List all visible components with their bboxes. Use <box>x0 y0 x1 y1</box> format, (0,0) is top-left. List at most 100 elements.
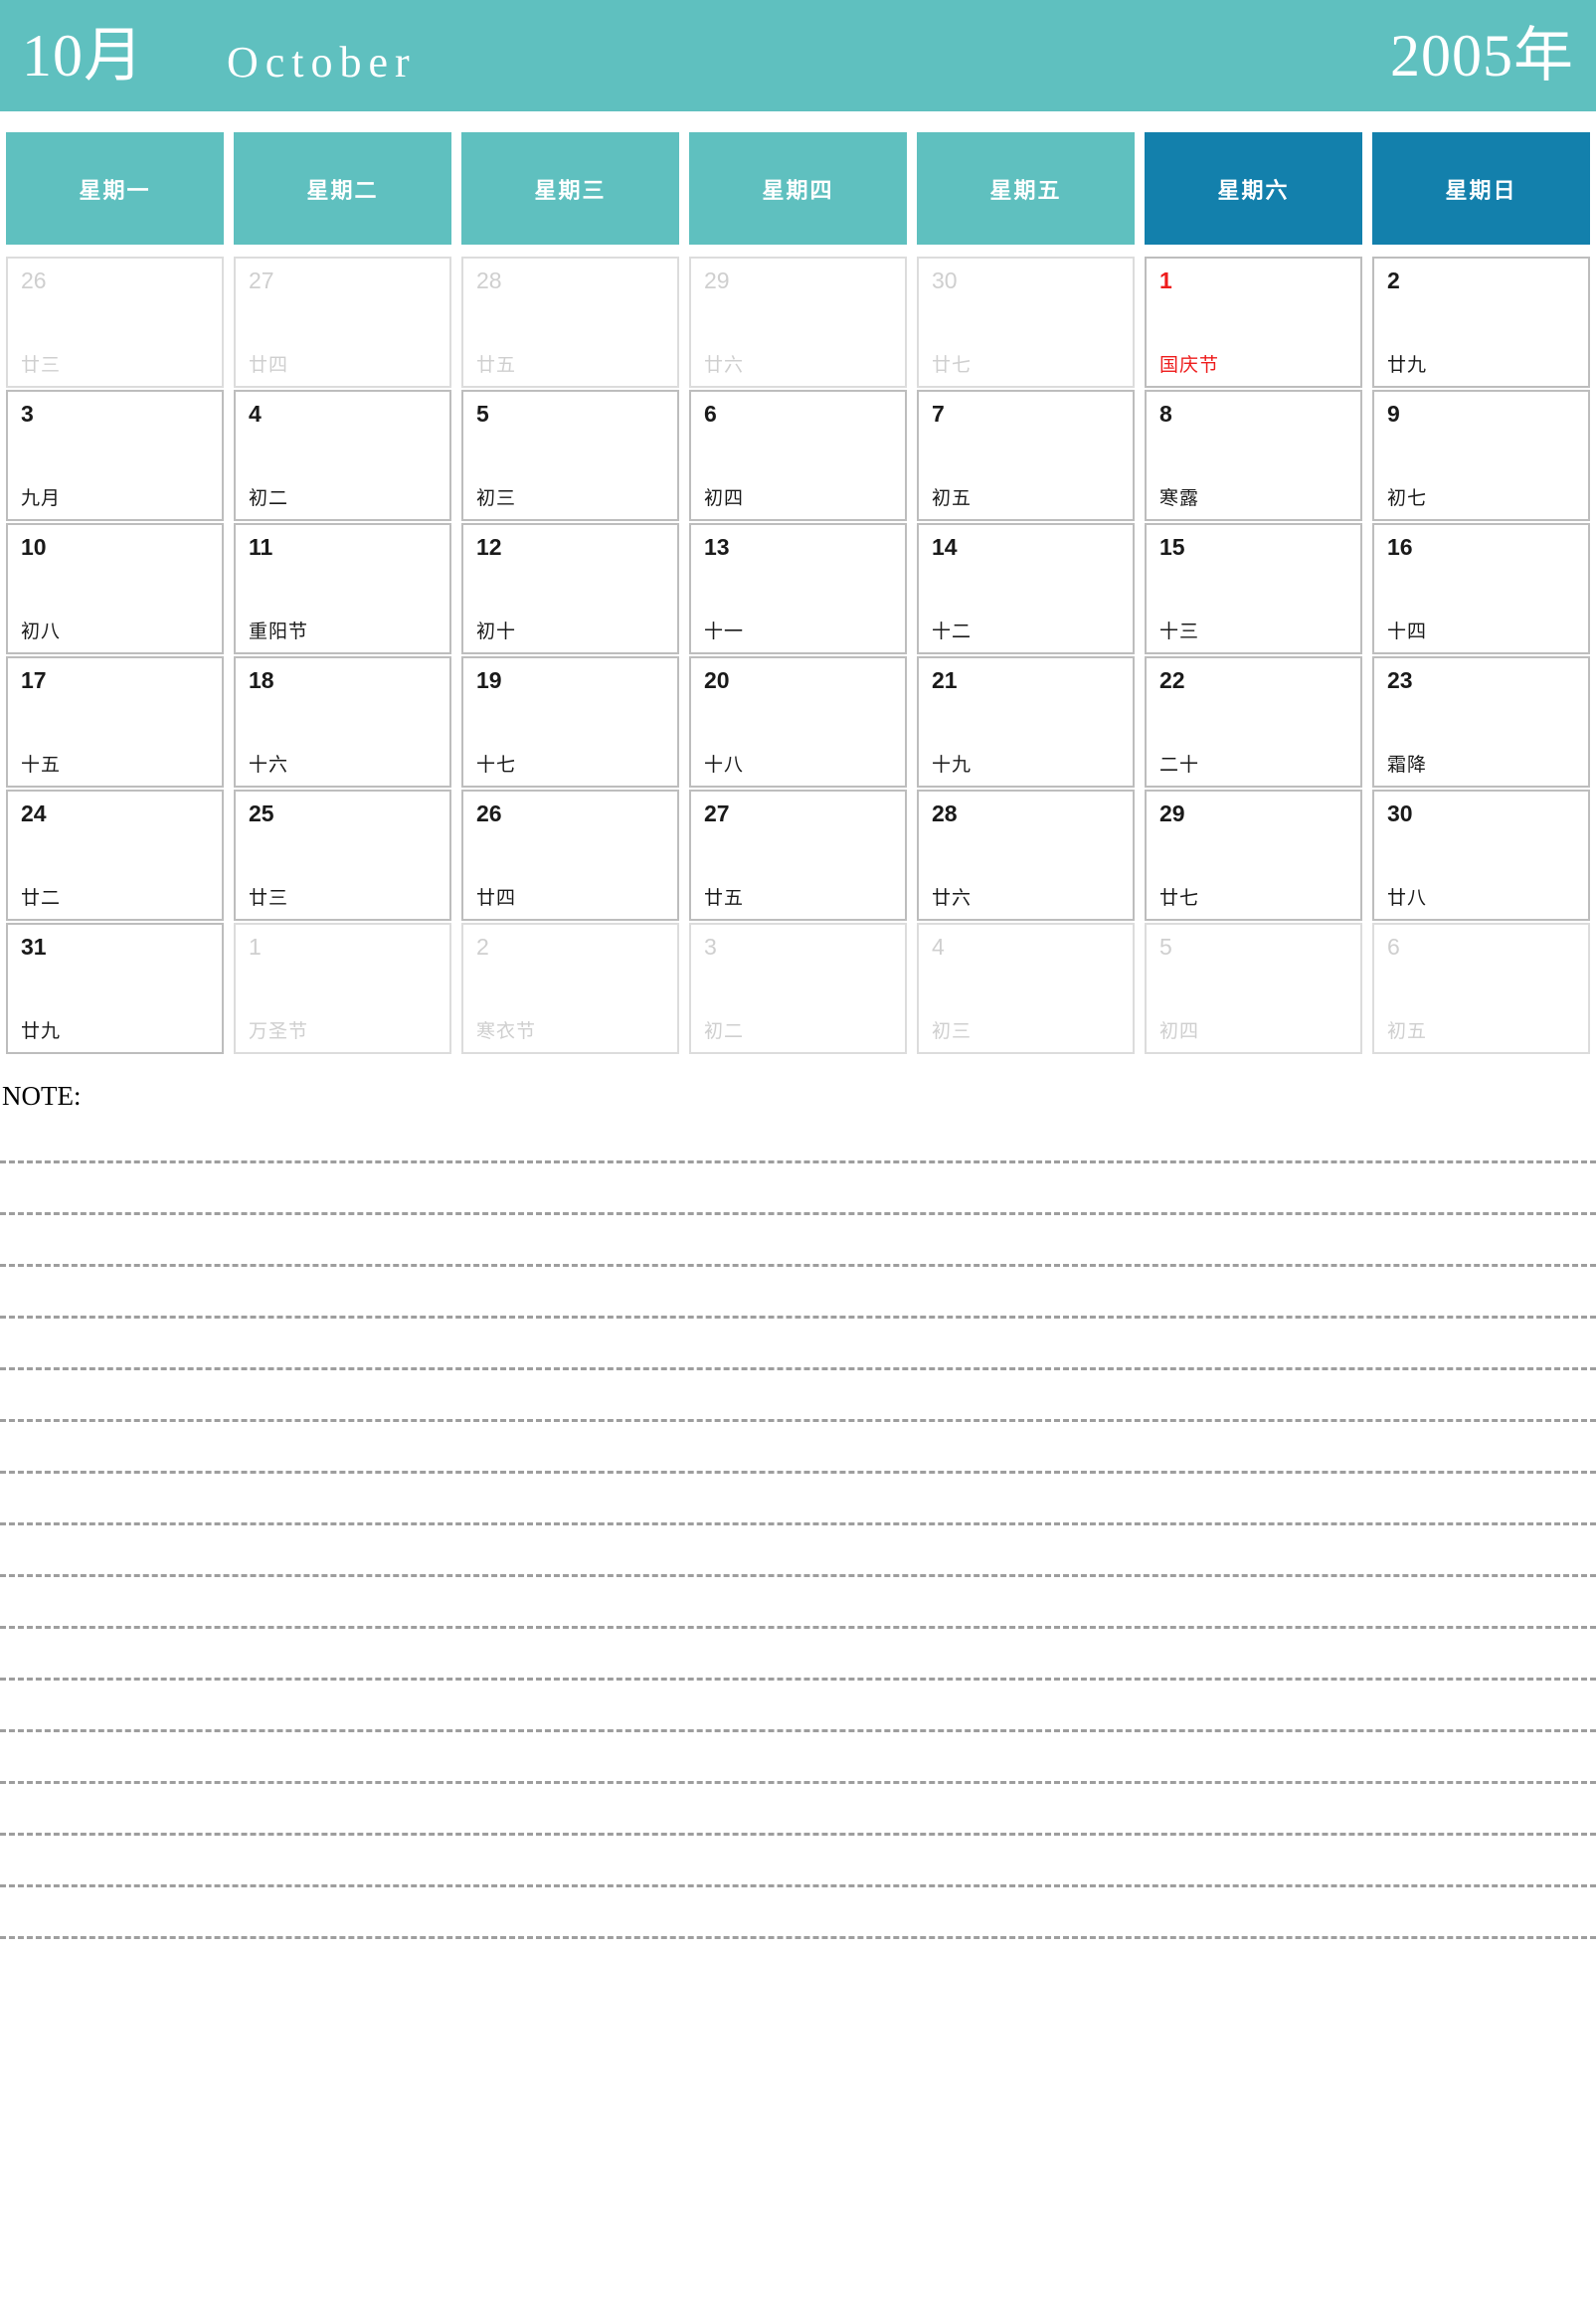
day-number: 18 <box>249 667 274 693</box>
calendar-day-cell[interactable]: 10 初八 <box>6 523 224 654</box>
calendar-day-cell[interactable]: 23 霜降 <box>1372 656 1590 788</box>
calendar-day-cell[interactable]: 26 廿三 <box>6 257 224 388</box>
calendar-day-cell[interactable]: 15 十三 <box>1145 523 1362 654</box>
calendar-day-cell[interactable]: 7 初五 <box>917 390 1135 521</box>
day-number: 5 <box>476 401 489 427</box>
calendar-day-cell[interactable]: 29 廿六 <box>689 257 907 388</box>
calendar-day-cell[interactable]: 31 廿九 <box>6 923 224 1054</box>
weekday-label: 星期五 <box>989 177 1062 203</box>
calendar-day-cell[interactable]: 12 初十 <box>461 523 679 654</box>
day-lunar-label: 万圣节 <box>249 1021 309 1042</box>
calendar-day-cell[interactable]: 4 初二 <box>234 390 451 521</box>
calendar-day-cell[interactable]: 1 国庆节 <box>1145 257 1362 388</box>
note-ruled-line[interactable] <box>0 1267 1596 1319</box>
calendar-day-cell[interactable]: 16 十四 <box>1372 523 1590 654</box>
note-ruled-line[interactable] <box>0 1887 1596 1939</box>
weekday-header-cell: 星期一 <box>6 132 224 245</box>
day-lunar-label: 初二 <box>704 1021 745 1042</box>
calendar-day-cell[interactable]: 6 初四 <box>689 390 907 521</box>
note-ruled-line[interactable] <box>0 1784 1596 1836</box>
day-lunar-label: 初三 <box>476 488 517 509</box>
calendar-day-cell[interactable]: 2 寒衣节 <box>461 923 679 1054</box>
calendar-day-cell[interactable]: 27 廿四 <box>234 257 451 388</box>
note-ruled-line[interactable] <box>0 1681 1596 1732</box>
day-lunar-label: 廿四 <box>249 355 289 376</box>
calendar-day-cell[interactable]: 21 十九 <box>917 656 1135 788</box>
day-number: 13 <box>704 534 730 560</box>
calendar-day-cell[interactable]: 28 廿五 <box>461 257 679 388</box>
note-ruled-line[interactable] <box>0 1163 1596 1215</box>
day-number: 9 <box>1387 401 1400 427</box>
calendar-day-cell[interactable]: 24 廿二 <box>6 790 224 921</box>
day-number: 17 <box>21 667 47 693</box>
calendar-day-cell[interactable]: 25 廿三 <box>234 790 451 921</box>
header-year: 2005年 <box>1390 23 1574 89</box>
header-month-en: October <box>227 38 417 87</box>
day-number: 8 <box>1159 401 1172 427</box>
weekday-header-cell: 星期二 <box>234 132 451 245</box>
calendar-day-cell[interactable]: 5 初四 <box>1145 923 1362 1054</box>
day-number: 3 <box>704 934 717 960</box>
calendar-day-cell[interactable]: 2 廿九 <box>1372 257 1590 388</box>
calendar-day-cell[interactable]: 14 十二 <box>917 523 1135 654</box>
note-section: NOTE: <box>0 1080 1596 1939</box>
calendar-day-cell[interactable]: 4 初三 <box>917 923 1135 1054</box>
calendar-day-cell[interactable]: 5 初三 <box>461 390 679 521</box>
note-ruled-line[interactable] <box>0 1474 1596 1525</box>
day-lunar-label: 十九 <box>932 755 973 776</box>
note-ruled-line[interactable] <box>0 1215 1596 1267</box>
calendar-header: 10月 October 2005年 <box>0 0 1596 111</box>
note-ruled-line[interactable] <box>0 1370 1596 1422</box>
day-lunar-label: 廿九 <box>1387 355 1428 376</box>
calendar-grid: 26 廿三 27 廿四 28 廿五 29 廿六 30 廿七 1 国庆节 2 廿九 3 九月 4 初二 5 初三 6 初四 7… <box>0 257 1596 1054</box>
calendar-day-cell[interactable]: 28 廿六 <box>917 790 1135 921</box>
calendar-day-cell[interactable]: 30 廿八 <box>1372 790 1590 921</box>
note-ruled-line[interactable] <box>0 1525 1596 1577</box>
day-number: 6 <box>1387 934 1400 960</box>
day-number: 4 <box>932 934 945 960</box>
note-ruled-line[interactable] <box>0 1577 1596 1629</box>
day-number: 16 <box>1387 534 1413 560</box>
calendar-day-cell[interactable]: 6 初五 <box>1372 923 1590 1054</box>
day-number: 1 <box>1159 267 1172 293</box>
note-ruled-line[interactable] <box>0 1319 1596 1370</box>
note-ruled-line[interactable] <box>0 1422 1596 1474</box>
calendar-day-cell[interactable]: 22 二十 <box>1145 656 1362 788</box>
day-lunar-label: 霜降 <box>1387 755 1428 776</box>
calendar-day-cell[interactable]: 3 九月 <box>6 390 224 521</box>
day-lunar-label: 廿八 <box>1387 888 1428 909</box>
calendar-day-cell[interactable]: 27 廿五 <box>689 790 907 921</box>
day-lunar-label: 寒衣节 <box>476 1021 537 1042</box>
day-number: 1 <box>249 934 262 960</box>
note-lines[interactable] <box>0 1112 1596 1939</box>
day-lunar-label: 初五 <box>1387 1021 1428 1042</box>
day-lunar-label: 十三 <box>1159 622 1200 642</box>
day-number: 11 <box>249 534 273 560</box>
calendar-day-cell[interactable]: 3 初二 <box>689 923 907 1054</box>
calendar-day-cell[interactable]: 20 十八 <box>689 656 907 788</box>
calendar-day-cell[interactable]: 19 十七 <box>461 656 679 788</box>
calendar-day-cell[interactable]: 11 重阳节 <box>234 523 451 654</box>
calendar-day-cell[interactable]: 9 初七 <box>1372 390 1590 521</box>
day-number: 21 <box>932 667 958 693</box>
weekday-header-cell: 星期三 <box>461 132 679 245</box>
calendar-day-cell[interactable]: 13 十一 <box>689 523 907 654</box>
note-ruled-line[interactable] <box>0 1629 1596 1681</box>
note-ruled-line[interactable] <box>0 1112 1596 1163</box>
calendar-day-cell[interactable]: 18 十六 <box>234 656 451 788</box>
day-number: 31 <box>21 934 47 960</box>
calendar-day-cell[interactable]: 26 廿四 <box>461 790 679 921</box>
note-ruled-line[interactable] <box>0 1836 1596 1887</box>
calendar-day-cell[interactable]: 30 廿七 <box>917 257 1135 388</box>
day-lunar-label: 十四 <box>1387 622 1428 642</box>
day-lunar-label: 初三 <box>932 1021 973 1042</box>
calendar-day-cell[interactable]: 1 万圣节 <box>234 923 451 1054</box>
calendar-day-cell[interactable]: 29 廿七 <box>1145 790 1362 921</box>
note-ruled-line[interactable] <box>0 1732 1596 1784</box>
calendar-day-cell[interactable]: 17 十五 <box>6 656 224 788</box>
day-lunar-label: 廿三 <box>249 888 289 909</box>
calendar-day-cell[interactable]: 8 寒露 <box>1145 390 1362 521</box>
day-number: 29 <box>704 267 730 293</box>
day-lunar-label: 廿四 <box>476 888 517 909</box>
day-lunar-label: 廿五 <box>476 355 517 376</box>
